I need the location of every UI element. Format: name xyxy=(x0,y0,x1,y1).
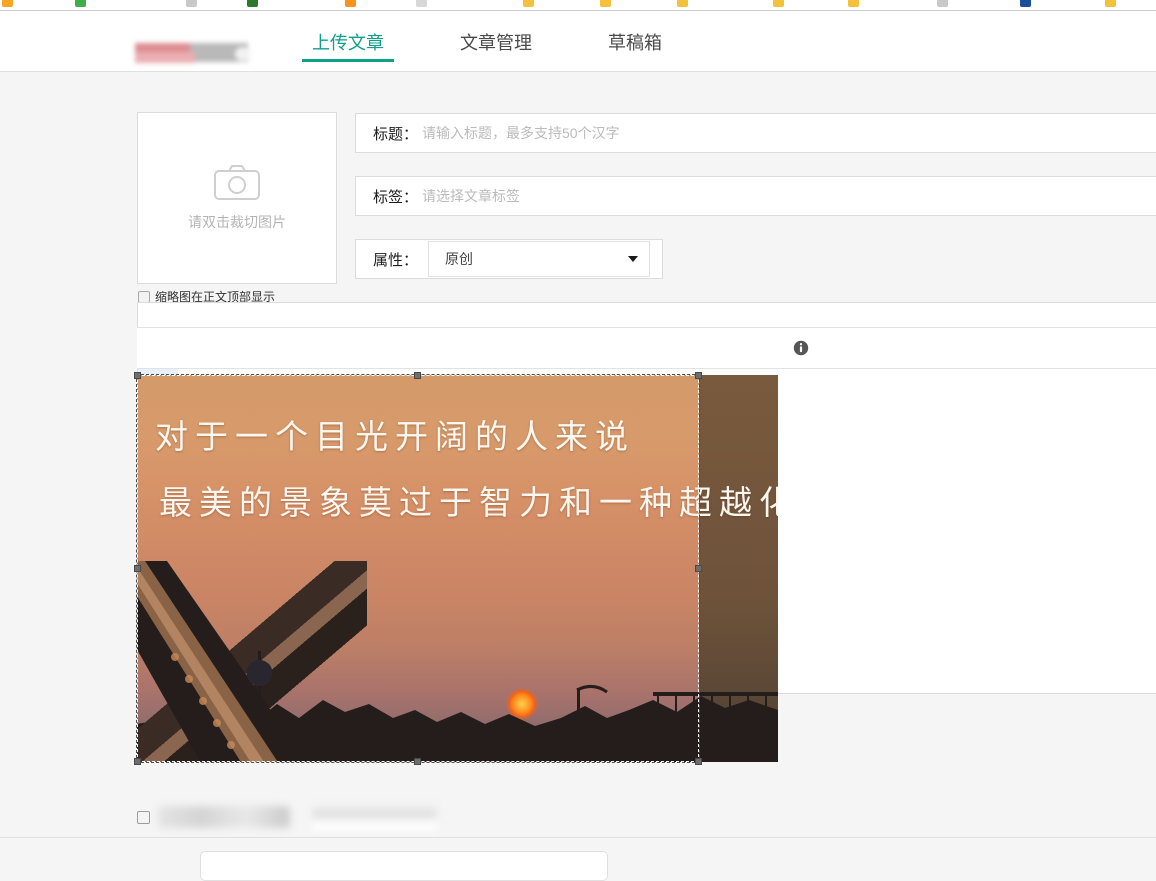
tab-drafts-label: 草稿箱 xyxy=(608,32,662,53)
bottom-option-checkbox[interactable] xyxy=(137,810,150,824)
camera-icon xyxy=(214,165,260,200)
top-navbar: 上传文章 文章管理 草稿箱 xyxy=(0,11,1156,72)
bookmark-favicon-3[interactable] xyxy=(186,0,197,7)
attribute-field-row: 属性： 原创 xyxy=(355,239,663,279)
title-input[interactable] xyxy=(418,114,1156,152)
title-field-label: 标题： xyxy=(373,125,419,143)
nav-tab-list: 上传文章 文章管理 草稿箱 xyxy=(298,11,724,72)
site-logo[interactable] xyxy=(135,39,250,65)
tag-input[interactable] xyxy=(418,177,1156,215)
thumbnail-hint: 请双击裁切图片 xyxy=(188,214,286,230)
editor-toolbar xyxy=(137,327,1156,369)
tag-field-label: 标签： xyxy=(373,188,419,206)
logo-block-d xyxy=(235,47,250,61)
bookmark-favicon-12[interactable] xyxy=(936,0,948,7)
bookmark-favicon-13[interactable] xyxy=(1020,0,1031,7)
page-content: 请双击裁切图片 缩略图在正文顶部显示 标题： 标签： 属性： 原创 xyxy=(0,72,1156,881)
photo-caption: 对于一个目光开阔的人来说 最美的景象莫过于智力和一种超越化 xyxy=(155,405,778,537)
bottom-text-input[interactable] xyxy=(200,851,608,881)
title-field-row[interactable]: 标题： xyxy=(355,113,1156,153)
bookmark-favicon-1[interactable] xyxy=(1,0,13,7)
bookmark-favicon-10[interactable] xyxy=(773,0,785,7)
bottom-option-label-redacted xyxy=(158,806,290,828)
browser-bookmarks-bar[interactable] xyxy=(0,0,1156,11)
thumbnail-top-display-checkbox[interactable] xyxy=(138,290,150,303)
bookmark-favicon-2[interactable] xyxy=(75,0,86,7)
tab-upload-article[interactable]: 上传文章 xyxy=(298,11,398,72)
bookmark-favicon-9[interactable] xyxy=(677,0,689,7)
logo-block-c xyxy=(135,52,195,63)
bookmark-favicon-14[interactable] xyxy=(1104,0,1116,7)
tab-article-management-label: 文章管理 xyxy=(460,32,532,53)
road-sign xyxy=(246,651,273,721)
bookmark-favicon-5[interactable] xyxy=(345,0,356,7)
bottom-option-value-redacted xyxy=(312,804,437,830)
bookmark-favicon-8[interactable] xyxy=(600,0,611,7)
attribute-field-label: 属性： xyxy=(373,251,419,269)
bookmark-favicon-7[interactable] xyxy=(522,0,534,7)
attribute-select[interactable]: 原创 xyxy=(428,241,651,277)
chevron-down-icon xyxy=(628,256,639,262)
tab-article-management[interactable]: 文章管理 xyxy=(446,11,546,72)
info-icon[interactable] xyxy=(793,340,809,356)
photo-caption-line-2: 最美的景象莫过于智力和一种超越化 xyxy=(159,486,778,522)
attribute-select-value: 原创 xyxy=(445,251,474,267)
bookmark-favicon-6[interactable] xyxy=(415,0,427,7)
bookmark-favicon-11[interactable] xyxy=(848,0,860,7)
tab-drafts[interactable]: 草稿箱 xyxy=(594,11,676,72)
photo-caption-line-1: 对于一个目光开阔的人来说 xyxy=(155,420,635,456)
tag-field-row[interactable]: 标签： xyxy=(355,176,1156,216)
bookmark-favicon-4[interactable] xyxy=(246,0,258,7)
thumbnail-upload-box[interactable]: 请双击裁切图片 xyxy=(137,112,337,284)
tab-upload-article-label: 上传文章 xyxy=(312,32,384,53)
bottom-divider xyxy=(0,837,1156,838)
bottom-option-row xyxy=(137,787,1156,847)
sunset-photo[interactable]: 对于一个目光开阔的人来说 最美的景象莫过于智力和一种超越化 xyxy=(137,375,778,762)
